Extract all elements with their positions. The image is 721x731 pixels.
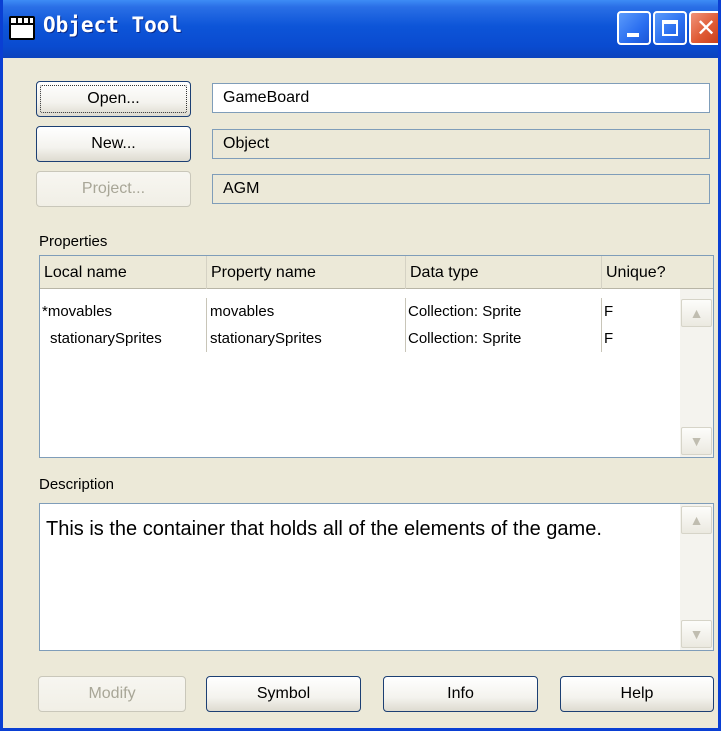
help-button-label: Help: [620, 685, 654, 702]
project-field: AGM: [212, 174, 710, 204]
new-button-label: New...: [91, 135, 136, 152]
cell-unique: F: [604, 303, 614, 320]
info-button[interactable]: Info: [383, 676, 538, 712]
symbol-button-label: Symbol: [256, 685, 311, 702]
description-scrollbar[interactable]: ▲ ▼: [680, 504, 713, 650]
object-tool-window: Object Tool ✕ Open... New... Project... …: [0, 0, 721, 731]
scroll-up-arrow-icon[interactable]: ▲: [681, 506, 712, 534]
project-button[interactable]: Project...: [36, 171, 191, 207]
cell-property-name: stationarySprites: [207, 325, 406, 352]
column-header-data-type[interactable]: Data type: [406, 256, 602, 289]
help-button[interactable]: Help: [560, 676, 714, 712]
cell-data-type: Collection: Sprite: [406, 325, 602, 352]
column-header-unique[interactable]: Unique?: [602, 256, 713, 289]
description-textarea[interactable]: This is the container that holds all of …: [39, 503, 714, 651]
window-title: Object Tool: [43, 13, 183, 37]
window-app-icon: [9, 16, 35, 40]
object-type-field: Object: [212, 129, 710, 159]
project-button-label: Project...: [81, 180, 146, 197]
table-row[interactable]: stationarySprites stationarySprites Coll…: [40, 325, 680, 352]
description-label: Description: [39, 476, 115, 493]
properties-list[interactable]: Local name Property name Data type Uniqu…: [39, 255, 714, 458]
column-header-property-name[interactable]: Property name: [207, 256, 406, 289]
new-button[interactable]: New...: [36, 126, 191, 162]
open-button[interactable]: Open...: [36, 81, 191, 117]
maximize-button[interactable]: [653, 11, 687, 45]
table-row[interactable]: *movables movables Collection: Sprite F: [40, 298, 680, 325]
minimize-icon: [627, 33, 639, 37]
object-name-field[interactable]: GameBoard: [212, 83, 710, 113]
column-header-local-name[interactable]: Local name: [40, 256, 207, 289]
cell-data-type: Collection: Sprite: [406, 298, 602, 325]
scroll-down-arrow-icon[interactable]: ▼: [681, 427, 712, 455]
properties-header: Local name Property name Data type Uniqu…: [40, 256, 713, 289]
cell-property-name: movables: [207, 298, 406, 325]
symbol-button[interactable]: Symbol: [206, 676, 361, 712]
close-icon: ✕: [696, 14, 717, 42]
properties-scrollbar[interactable]: ▲ ▼: [680, 289, 713, 457]
cell-local-name: stationarySprites: [40, 325, 207, 352]
properties-label: Properties: [39, 233, 108, 250]
maximize-icon: [662, 20, 678, 36]
cell-unique: F: [604, 330, 614, 347]
scroll-down-arrow-icon[interactable]: ▼: [681, 620, 712, 648]
modify-button-label: Modify: [88, 685, 136, 702]
minimize-button[interactable]: [617, 11, 651, 45]
title-bar[interactable]: Object Tool ✕: [3, 0, 718, 58]
info-button-label: Info: [447, 685, 474, 702]
cell-local-name: *movables: [40, 298, 207, 325]
modify-button[interactable]: Modify: [38, 676, 186, 712]
close-button[interactable]: ✕: [689, 11, 718, 45]
scroll-up-arrow-icon[interactable]: ▲: [681, 299, 712, 327]
focus-ring: [40, 85, 187, 113]
description-text: This is the container that holds all of …: [46, 518, 602, 540]
